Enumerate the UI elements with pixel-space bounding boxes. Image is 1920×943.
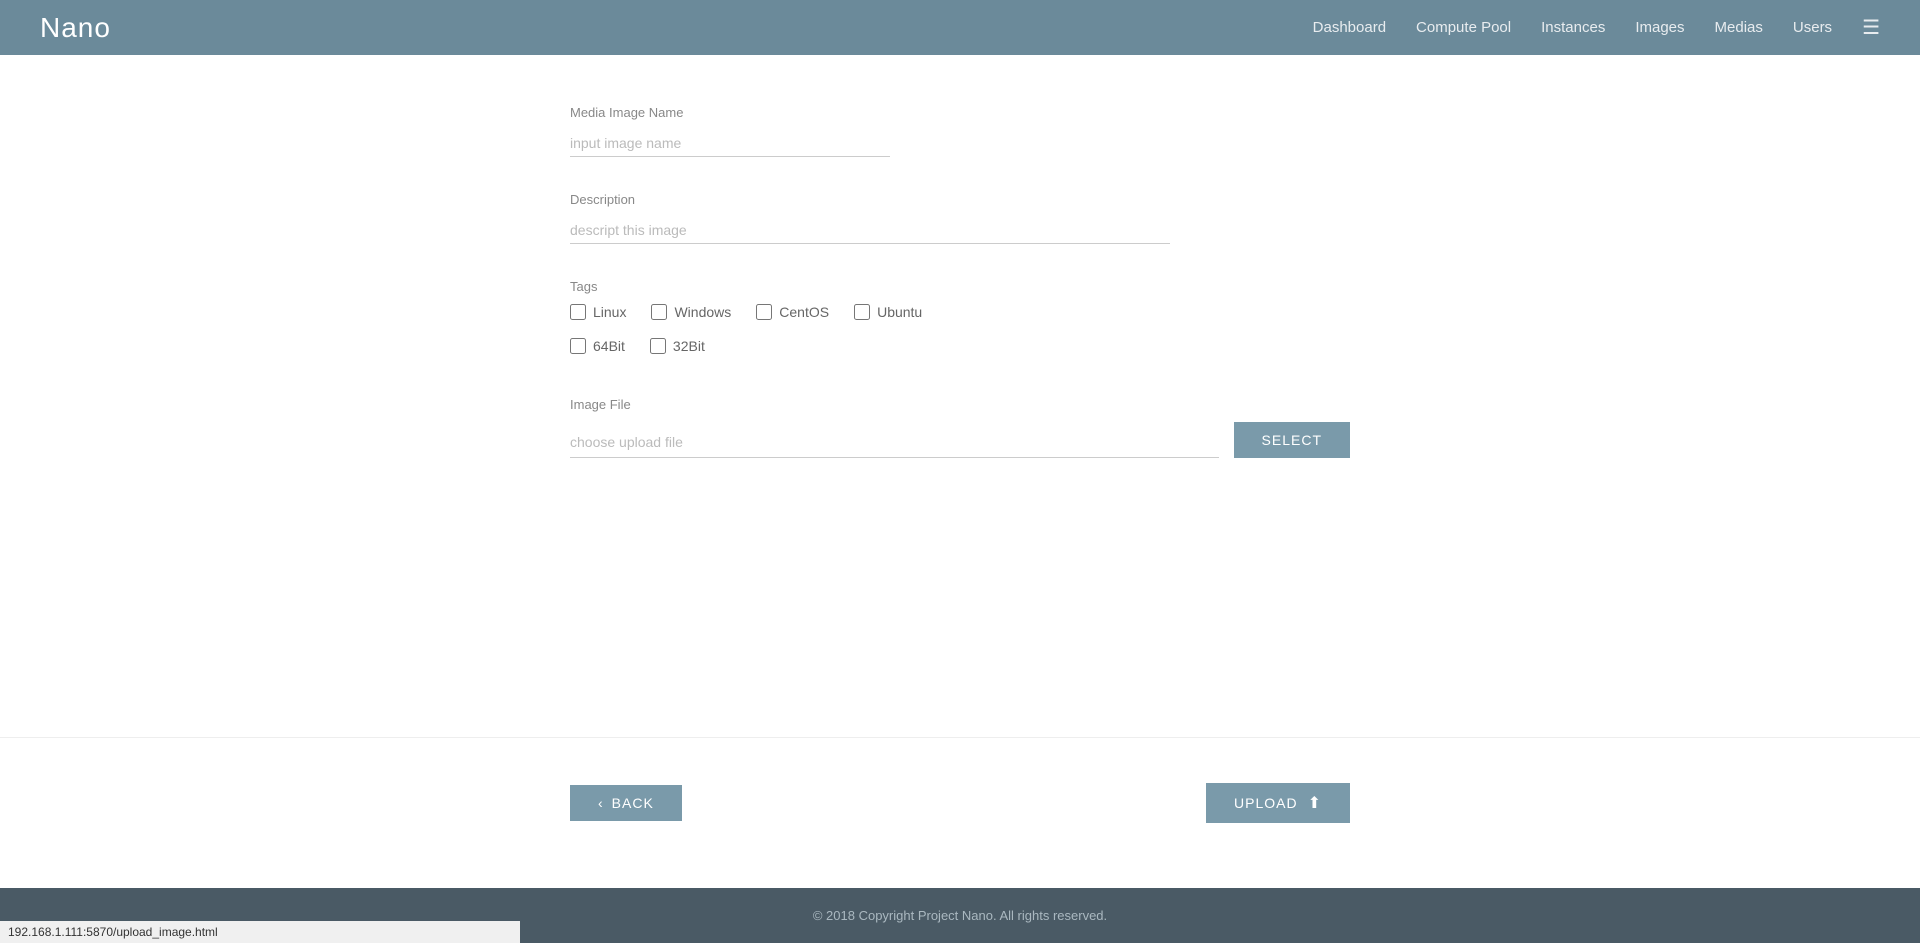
description-input[interactable] [570, 217, 1170, 244]
upload-button-label: UPLOAD [1234, 795, 1298, 811]
nav-compute-pool[interactable]: Compute Pool [1416, 19, 1511, 36]
nav: Dashboard Compute Pool Instances Images … [1313, 15, 1880, 40]
upload-button[interactable]: UPLOAD ⬆ [1206, 783, 1350, 823]
bottom-bar-wrapper: ‹ BACK UPLOAD ⬆ [0, 737, 1920, 888]
file-upload-row: choose upload file SELECT [570, 422, 1350, 458]
tags-row-1: Linux Windows CentOS Ubuntu [570, 304, 1350, 320]
nav-medias[interactable]: Medias [1715, 19, 1763, 36]
checkbox-linux[interactable] [570, 304, 586, 320]
tags-container: Linux Windows CentOS Ubuntu [570, 304, 1350, 362]
media-image-name-input[interactable] [570, 130, 890, 157]
status-bar: 192.168.1.111:5870/upload_image.html [0, 921, 520, 943]
header: Nano Dashboard Compute Pool Instances Im… [0, 0, 1920, 55]
main-content: Media Image Name Description Tags Linux … [0, 55, 1920, 737]
logo: Nano [40, 12, 111, 44]
back-button[interactable]: ‹ BACK [570, 785, 682, 821]
nav-instances[interactable]: Instances [1541, 19, 1605, 36]
tag-ubuntu[interactable]: Ubuntu [854, 304, 922, 320]
tag-32bit[interactable]: 32Bit [650, 338, 705, 354]
tag-windows[interactable]: Windows [651, 304, 731, 320]
checkbox-windows[interactable] [651, 304, 667, 320]
tag-64bit-label: 64Bit [593, 338, 625, 354]
bottom-bar: ‹ BACK UPLOAD ⬆ [530, 763, 1390, 863]
tags-label: Tags [570, 279, 1350, 294]
tag-centos[interactable]: CentOS [756, 304, 829, 320]
select-button[interactable]: SELECT [1234, 422, 1350, 458]
tag-64bit[interactable]: 64Bit [570, 338, 625, 354]
nav-users[interactable]: Users [1793, 19, 1832, 36]
upload-arrow-icon: ⬆ [1308, 793, 1322, 813]
copyright-text: © 2018 Copyright Project Nano. All right… [813, 908, 1107, 923]
chevron-left-icon: ‹ [598, 795, 604, 811]
tags-group: Tags Linux Windows CentOS [570, 279, 1350, 362]
tag-windows-label: Windows [674, 304, 731, 320]
tag-32bit-label: 32Bit [673, 338, 705, 354]
menu-icon[interactable]: ☰ [1862, 15, 1880, 40]
description-group: Description [570, 192, 1350, 244]
checkbox-ubuntu[interactable] [854, 304, 870, 320]
description-label: Description [570, 192, 1350, 207]
file-placeholder-text: choose upload file [570, 434, 683, 450]
tag-linux-label: Linux [593, 304, 626, 320]
media-image-name-label: Media Image Name [570, 105, 1350, 120]
image-file-group: Image File choose upload file SELECT [570, 397, 1350, 458]
checkbox-32bit[interactable] [650, 338, 666, 354]
tag-linux[interactable]: Linux [570, 304, 626, 320]
form-container: Media Image Name Description Tags Linux … [530, 105, 1390, 458]
nav-dashboard[interactable]: Dashboard [1313, 19, 1386, 36]
checkbox-64bit[interactable] [570, 338, 586, 354]
file-input-wrapper: choose upload file [570, 429, 1219, 458]
status-url: 192.168.1.111:5870/upload_image.html [8, 925, 218, 939]
tag-ubuntu-label: Ubuntu [877, 304, 922, 320]
tag-centos-label: CentOS [779, 304, 829, 320]
nav-images[interactable]: Images [1635, 19, 1684, 36]
media-image-name-group: Media Image Name [570, 105, 1350, 157]
tags-row-2: 64Bit 32Bit [570, 338, 1350, 354]
checkbox-centos[interactable] [756, 304, 772, 320]
image-file-label: Image File [570, 397, 1350, 412]
back-button-label: BACK [612, 795, 654, 811]
